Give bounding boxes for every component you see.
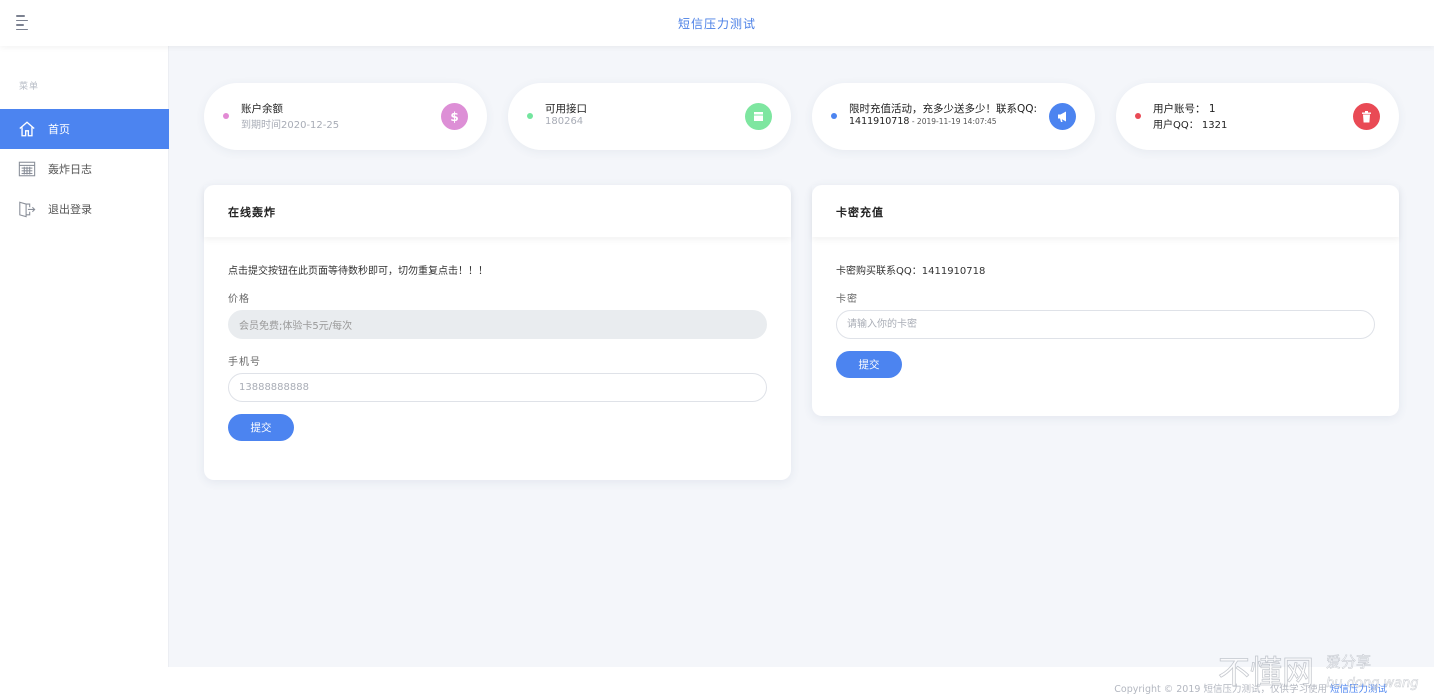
megaphone-icon (1049, 103, 1076, 130)
status-dot (223, 113, 229, 119)
phone-label: 手机号 (228, 357, 261, 368)
copyright: Copyright © 2019 短信压力测试，仅供学习使用 短信压力测试 (1114, 681, 1387, 695)
sidebar-item-label: 退出登录 (48, 203, 92, 216)
phone-input[interactable] (228, 373, 767, 402)
status-dot (831, 113, 837, 119)
promotion-qq: 1411910718 (849, 116, 910, 127)
calendar-icon (17, 159, 37, 179)
price-field (228, 310, 767, 339)
sidebar-item-bomb-log[interactable]: 轰炸日志 (0, 149, 169, 189)
panel-title: 在线轰炸 (204, 185, 791, 237)
stat-card-interfaces: 可用接口 180264 (508, 83, 791, 150)
bomb-panel: 在线轰炸 点击提交按钮在此页面等待数秒即可，切勿重复点击！！！ 价格 手机号 提… (204, 185, 791, 480)
card-recharge-panel: 卡密充值 卡密购买联系QQ：1411910718 卡密 提交 (812, 185, 1399, 416)
stat-title: 可用接口 (545, 103, 587, 115)
footer: Copyright © 2019 短信压力测试，仅供学习使用 短信压力测试 (0, 667, 1434, 700)
price-label: 价格 (228, 294, 250, 305)
panel-title: 卡密充值 (812, 185, 1399, 237)
dollar-icon: $ (441, 103, 468, 130)
stat-title: 限时充值活动，充多少送多少！联系QQ: (849, 103, 1038, 115)
sidebar-item-label: 轰炸日志 (48, 163, 92, 176)
card-label: 卡密 (836, 294, 858, 305)
card-submit-button[interactable]: 提交 (836, 351, 902, 378)
status-dot (1135, 113, 1141, 119)
bomb-submit-button[interactable]: 提交 (228, 414, 294, 441)
card-input[interactable] (836, 310, 1375, 339)
app-title: 短信压力测试 (677, 17, 756, 31)
sidebar-item-home[interactable]: 首页 (0, 109, 169, 149)
stat-card-user: 用户账号： 1 用户QQ： 1321 (1116, 83, 1399, 150)
sidebar-item-label: 首页 (48, 123, 70, 136)
copyright-text: Copyright © 2019 短信压力测试，仅供学习使用 (1114, 684, 1330, 695)
user-qq: 用户QQ： 1321 (1153, 120, 1228, 131)
stat-card-balance: 账户余额 到期时间2020-12-25 $ (204, 83, 487, 150)
copyright-link[interactable]: 短信压力测试 (1330, 684, 1387, 695)
sidebar-item-logout[interactable]: 退出登录 (0, 189, 169, 229)
promotion-timestamp: - 2019-11-19 14:07:45 (909, 117, 997, 126)
sidebar-caption: 菜单 (19, 82, 40, 92)
card-notice: 卡密购买联系QQ：1411910718 (836, 266, 986, 277)
square-icon (745, 103, 772, 130)
logout-icon (17, 199, 37, 219)
stat-subtitle: 1411910718 - 2019-11-19 14:07:45 (849, 116, 997, 127)
sidebar: 菜单 首页 轰炸日志 退出登录 (0, 46, 169, 667)
top-bar: 短信压力测试 (0, 0, 1434, 46)
trash-icon (1353, 103, 1380, 130)
user-account: 用户账号： 1 (1153, 103, 1216, 115)
home-icon (17, 119, 37, 139)
status-dot (527, 113, 533, 119)
bomb-notice: 点击提交按钮在此页面等待数秒即可，切勿重复点击！！！ (228, 266, 488, 277)
stat-subtitle: 到期时间2020-12-25 (241, 120, 340, 131)
stat-card-promotion: 限时充值活动，充多少送多少！联系QQ: 1411910718 - 2019-11… (812, 83, 1095, 150)
stat-subtitle: 180264 (545, 116, 584, 127)
stat-title: 账户余额 (241, 103, 283, 115)
